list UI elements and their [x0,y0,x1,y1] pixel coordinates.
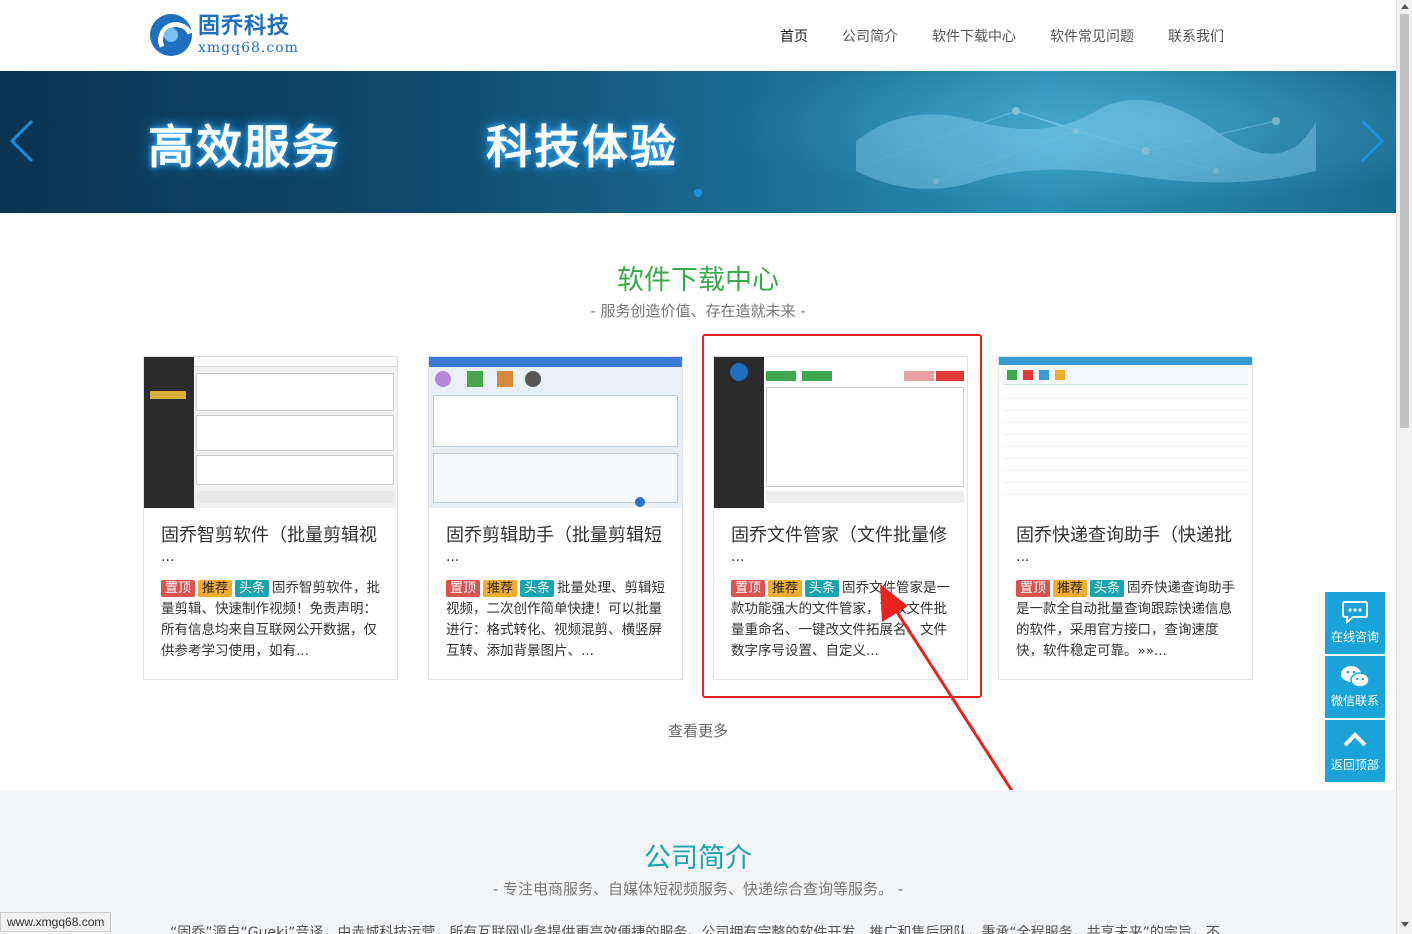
software-card[interactable]: 固乔剪辑助手（批量剪辑短 ... 置顶 推荐 头条 批量处理、剪辑短视频，二次创作简单… [428,356,683,680]
banner-slogan-left: 高效服务 [148,120,340,174]
main-nav: 首页 公司简介 软件下载中心 软件常见问题 联系我们 [780,26,1258,46]
card-description: 置顶 推荐 头条 固乔智剪软件，批量剪辑、快速制作视频！免责声明：所有信息均来自互联网… [161,578,383,662]
hero-banner: 高效服务 科技体验 [0,71,1396,213]
chevron-right-icon[interactable] [1360,119,1384,163]
tag-pinned: 置顶 [161,580,196,597]
card-title[interactable]: 固乔智剪软件（批量剪辑视 [161,525,386,547]
status-bar-url: www.xmgq68.com [0,912,112,932]
wechat-contact-button[interactable]: 微信联系 [1325,656,1385,718]
nav-company[interactable]: 公司简介 [842,26,898,46]
software-card[interactable]: 固乔智剪软件（批量剪辑视 ... 置顶 推荐 头条 固乔智剪软件，批量剪辑、快速制作视… [143,356,398,680]
back-to-top-label: 返回顶部 [1330,758,1379,772]
page-scrollbar[interactable] [1396,0,1412,934]
tag-headline: 头条 [235,580,270,597]
software-screenshot[interactable] [429,357,682,508]
world-map-graphic [856,99,1316,189]
scrollbar-thumb[interactable] [1400,14,1409,428]
site-logo[interactable]: 固乔科技 xmgq68.com [150,14,299,56]
card-title-ellipsis: ... [446,549,460,565]
scroll-up-arrow-icon[interactable] [1401,4,1409,9]
slide-indicator-dot[interactable] [694,189,702,197]
banner-slogan-right: 科技体验 [486,120,678,174]
card-title-ellipsis: ... [1016,549,1030,565]
scroll-down-arrow-icon[interactable] [1401,922,1409,927]
software-screenshot[interactable] [144,357,397,508]
chat-icon [1342,601,1368,624]
nav-downloads[interactable]: 软件下载中心 [932,26,1016,46]
company-section-title: 公司简介 [644,843,752,874]
chevron-left-icon[interactable] [10,119,34,163]
tag-pinned: 置顶 [446,580,481,597]
tag-headline: 头条 [1090,580,1125,597]
online-consult-button[interactable]: 在线咨询 [1325,592,1385,654]
card-title-ellipsis: ... [161,549,175,565]
company-section-subtitle: - 专注电商服务、自媒体短视频服务、快递综合查询等服务。 - [492,880,904,898]
back-to-top-button[interactable]: 返回顶部 [1325,720,1385,782]
company-section: 公司简介 - 专注电商服务、自媒体短视频服务、快递综合查询等服务。 - “固乔”… [0,790,1396,934]
nav-home[interactable]: 首页 [780,26,808,46]
card-description: 置顶 推荐 头条 批量处理、剪辑短视频，二次创作简单快捷！可以批量进行：格式转化、视频… [446,578,668,662]
nav-contact[interactable]: 联系我们 [1168,26,1224,46]
card-title[interactable]: 固乔剪辑助手（批量剪辑短 [446,525,671,547]
online-consult-label: 在线咨询 [1330,630,1379,644]
view-more-link[interactable]: 查看更多 [0,720,1396,741]
card-description: 置顶 推荐 头条 固乔快递查询助手是一款全自动批量查询跟踪快递信息的软件，采用官方接口… [1016,578,1238,662]
logo-icon [150,14,192,56]
software-screenshot[interactable] [999,357,1252,508]
wechat-icon [1341,666,1370,688]
nav-faq[interactable]: 软件常见问题 [1050,26,1134,46]
wechat-contact-label: 微信联系 [1330,694,1379,708]
arrow-up-icon [1343,732,1367,747]
site-header: 固乔科技 xmgq68.com 首页 公司简介 软件下载中心 软件常见问题 联系… [0,0,1396,71]
company-intro-text: “固乔”源自“Gueki”音译，由赤城科技运营，所有互联网业务提供更高效便捷的服… [170,925,1220,934]
download-section-title: 软件下载中心 [617,265,779,296]
logo-name: 固乔科技 [198,13,291,39]
tag-headline: 头条 [520,580,555,597]
tag-recommended: 推荐 [198,580,233,597]
download-section-subtitle: - 服务创造价值、存在造就未来 - [590,302,806,320]
card-title[interactable]: 固乔快递查询助手（快递批 [1016,525,1241,547]
logo-domain: xmgq68.com [198,39,299,56]
tag-recommended: 推荐 [1053,580,1088,597]
tag-recommended: 推荐 [483,580,518,597]
